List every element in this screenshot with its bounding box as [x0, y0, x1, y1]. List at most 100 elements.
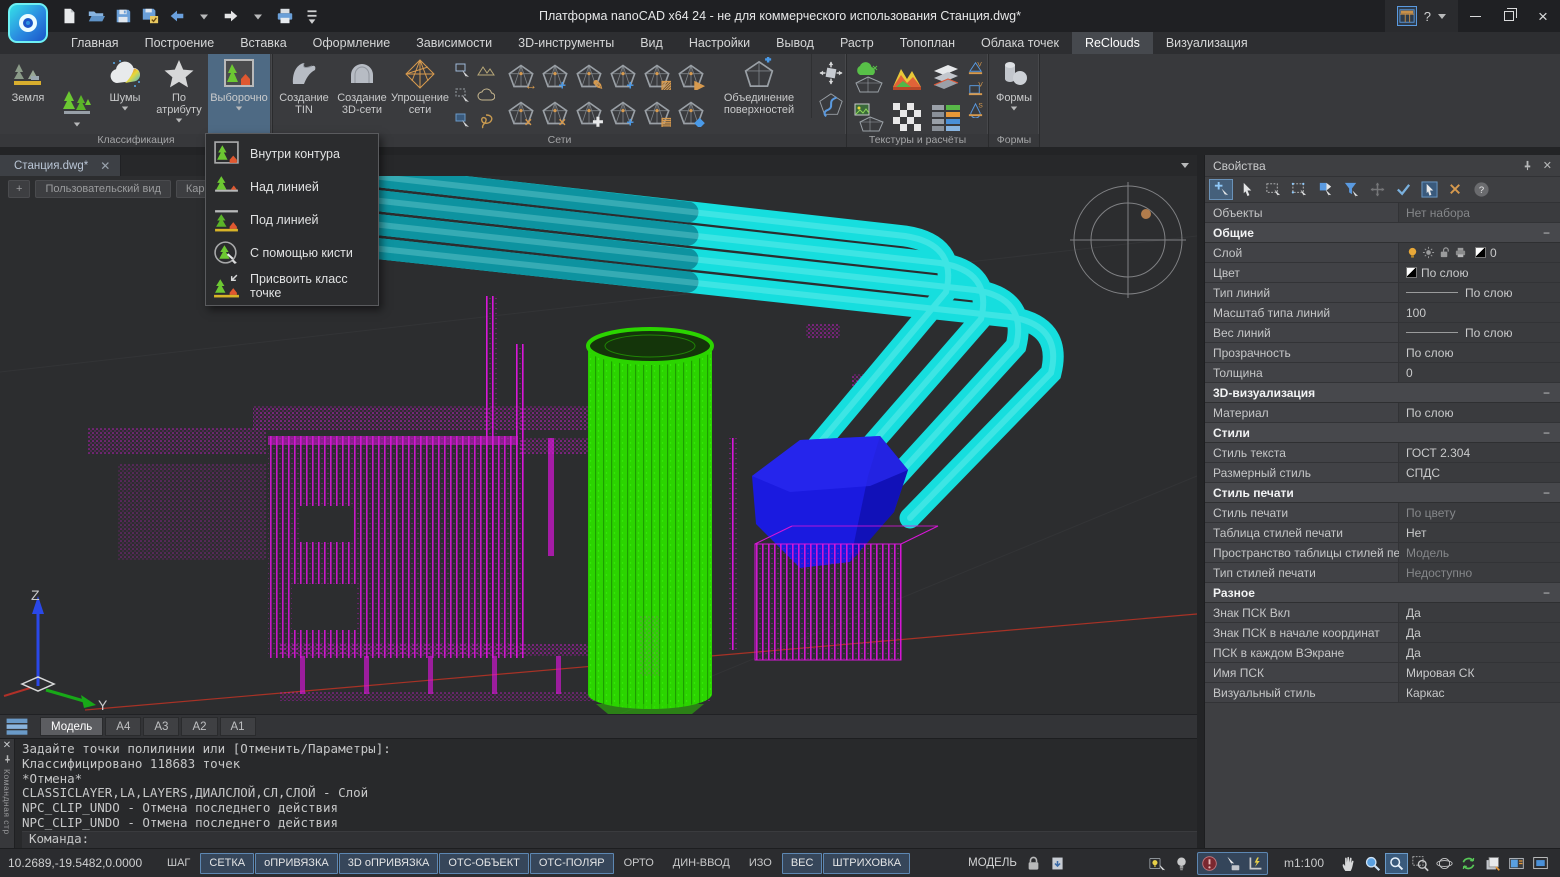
properties-section-11[interactable]: Стили− — [1205, 423, 1560, 443]
mesh-measure-icon[interactable]: ↔ — [504, 58, 537, 94]
ribbon-tab-3d-инструменты[interactable]: 3D-инструменты — [505, 32, 627, 54]
dependency-icon[interactable] — [1198, 853, 1221, 874]
viewport-canvas[interactable]: Z Y — [0, 176, 1197, 714]
restore-button[interactable] — [1492, 0, 1526, 32]
sun-icon[interactable] — [1422, 246, 1435, 259]
model-space-button[interactable]: МОДЕЛЬ — [968, 857, 1017, 869]
command-panel-close-icon[interactable]: ✕ — [3, 741, 11, 751]
orbit-icon[interactable] — [1433, 853, 1456, 874]
property-value[interactable]: Да — [1399, 603, 1560, 622]
status-toggle-вес[interactable]: ВЕС — [782, 853, 823, 874]
command-history[interactable]: Задайте точки полилинии или [Отменить/Па… — [15, 739, 1197, 848]
print-icon[interactable] — [274, 5, 296, 27]
ribbon-tab-вставка[interactable]: Вставка — [227, 32, 299, 54]
ribbon-tab-облака-точек[interactable]: Облака точек — [968, 32, 1072, 54]
help-dropdown-icon[interactable] — [1438, 14, 1446, 19]
property-value[interactable]: ГОСТ 2.304 — [1399, 443, 1560, 462]
property-value[interactable]: Мировая СК — [1399, 663, 1560, 682]
range-icon[interactable] — [475, 59, 497, 83]
minimize-button[interactable] — [1458, 0, 1492, 32]
ribbon-button-shapes[interactable]: Формы — [991, 54, 1037, 135]
ribbon-tab-reclouds[interactable]: ReClouds — [1072, 32, 1153, 54]
document-tab-close-icon[interactable]: ✕ — [100, 159, 110, 173]
layout-list-icon[interactable] — [4, 718, 30, 736]
select-rect-icon[interactable] — [1261, 179, 1285, 200]
ruler-lightning-icon[interactable] — [1244, 853, 1267, 874]
layout-tab-a3[interactable]: A3 — [143, 717, 179, 736]
move-gray-icon[interactable] — [1365, 179, 1389, 200]
slope-map-icon[interactable] — [927, 57, 965, 96]
ribbon-tab-вид[interactable]: Вид — [627, 32, 676, 54]
select-poly-icon[interactable] — [1287, 179, 1311, 200]
status-toggle-опривязка[interactable]: оПРИВЯЗКА — [255, 853, 338, 874]
property-value[interactable]: По слою — [1399, 283, 1560, 302]
select-add-icon[interactable] — [1209, 179, 1233, 200]
mesh-add-vertex-icon[interactable]: + — [538, 58, 571, 94]
ribbon-button-создание[interactable]: Создание 3D-сети — [333, 54, 391, 135]
collapse-icon[interactable]: − — [1543, 486, 1550, 500]
layout-icon[interactable] — [1505, 853, 1528, 874]
ribbon-tab-настройки[interactable]: Настройки — [676, 32, 763, 54]
document-tabs-menu-icon[interactable] — [1181, 163, 1189, 168]
redo-icon[interactable] — [220, 5, 242, 27]
ribbon-tab-зависимости[interactable]: Зависимости — [403, 32, 505, 54]
smooth-contour-icon[interactable] — [818, 92, 844, 118]
mesh-flip-edge-icon[interactable]: ▤ — [640, 95, 673, 131]
zoom-icon[interactable] — [1361, 853, 1384, 874]
cursor-plate-icon[interactable] — [1221, 853, 1244, 874]
open-file-icon[interactable] — [85, 5, 107, 27]
undo-icon[interactable] — [166, 5, 188, 27]
close-icon[interactable]: ✕ — [1543, 159, 1552, 172]
app-logo-icon[interactable] — [8, 3, 48, 43]
regen-icon[interactable] — [1457, 853, 1480, 874]
close-button[interactable]: × — [1526, 0, 1560, 32]
ribbon-tab-построение[interactable]: Построение — [132, 32, 228, 54]
layout-tab-a1[interactable]: A1 — [220, 717, 256, 736]
elevation-map-icon[interactable] — [888, 57, 926, 96]
cursor-box-icon[interactable] — [1417, 179, 1441, 200]
bulb-icon[interactable] — [1170, 853, 1193, 874]
volume-table-icon[interactable] — [927, 97, 965, 136]
sheets-icon[interactable] — [1481, 853, 1504, 874]
property-value[interactable]: По слою — [1399, 343, 1560, 362]
ribbon-tab-главная[interactable]: Главная — [58, 32, 132, 54]
printer-icon[interactable] — [1454, 246, 1467, 259]
properties-section-1[interactable]: Общие− — [1205, 223, 1560, 243]
ribbon-tab-вывод[interactable]: Вывод — [763, 32, 827, 54]
status-toggle-изо[interactable]: ИЗО — [740, 853, 781, 874]
save-icon[interactable] — [112, 5, 134, 27]
check-icon[interactable] — [1391, 179, 1415, 200]
dropdown-small-icon[interactable] — [247, 5, 269, 27]
ribbon-button-создание[interactable]: Создание TIN — [275, 54, 333, 135]
zoom-realtime-icon[interactable] — [1385, 853, 1408, 874]
mesh-delete-edge-icon[interactable]: × — [538, 95, 571, 131]
view-name-button[interactable]: Пользовательский вид — [35, 180, 170, 198]
status-toggle-орто[interactable]: ОРТО — [615, 853, 663, 874]
menu-item-above-line[interactable]: Над линией — [206, 170, 378, 203]
properties-section-14[interactable]: Стиль печати− — [1205, 483, 1560, 503]
cursor-icon[interactable] — [1235, 179, 1259, 200]
menu-item-assign-class-point[interactable]: Присвоить класс точке — [206, 269, 378, 302]
property-value[interactable]: Да — [1399, 643, 1560, 662]
cloud-icon[interactable] — [475, 84, 497, 108]
help-icon[interactable]: ? — [1469, 179, 1493, 200]
collapse-icon[interactable]: − — [1543, 586, 1550, 600]
ribbon-tab-растр[interactable]: Растр — [827, 32, 887, 54]
pin-icon[interactable] — [3, 754, 12, 764]
add-viewport-button[interactable]: + — [8, 180, 30, 198]
mesh-solid-icon[interactable]: ◆ — [674, 95, 707, 131]
property-value[interactable]: Модель — [1399, 543, 1560, 562]
volume-v2-icon[interactable]: V — [967, 80, 984, 97]
status-toggle-отс-объект[interactable]: ОТС-ОБЪЕКТ — [439, 853, 528, 874]
ribbon-button-шумы[interactable]: Шумы — [100, 54, 150, 135]
viewport[interactable]: Z Y + Пользовательский вид Каркас — [0, 176, 1197, 714]
ribbon-tab-топоплан[interactable]: Топоплан — [887, 32, 968, 54]
lock-small-icon[interactable] — [1022, 853, 1045, 874]
mesh-edit-icon[interactable]: ✎ — [572, 58, 605, 94]
status-toggle-сетка[interactable]: СЕТКА — [200, 853, 254, 874]
pin-icon[interactable] — [1522, 160, 1533, 171]
property-value[interactable]: По слою — [1399, 403, 1560, 422]
property-value[interactable]: Да — [1399, 623, 1560, 642]
volume-v1-icon[interactable]: V — [967, 59, 984, 76]
ribbon-button-по-атрибуту[interactable]: По атрибуту — [150, 54, 208, 135]
